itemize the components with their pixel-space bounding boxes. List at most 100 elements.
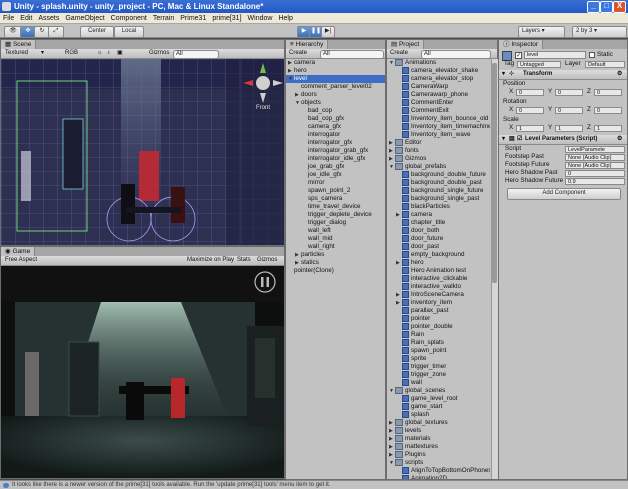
hierarchy-item[interactable]: spawn_point_2: [286, 187, 385, 195]
static-checkbox[interactable]: [589, 52, 595, 58]
menu-prime31-tools[interactable]: prime[31]: [209, 13, 244, 24]
project-item[interactable]: ▼ global_prefabs: [387, 163, 490, 171]
project-item[interactable]: wall: [387, 379, 490, 387]
project-item[interactable]: ▶ inventory_item: [387, 299, 490, 307]
hierarchy-item[interactable]: ▶ doors: [286, 91, 385, 99]
hierarchy-item[interactable]: ▼level: [286, 75, 385, 83]
hierarchy-item[interactable]: mirror: [286, 179, 385, 187]
hierarchy-item[interactable]: bad_cop_gfx: [286, 115, 385, 123]
project-item[interactable]: Camerawarp_phone: [387, 91, 490, 99]
project-item[interactable]: door_past: [387, 243, 490, 251]
project-item[interactable]: parallax_past: [387, 307, 490, 315]
hierarchy-item[interactable]: interrogator_gfx: [286, 139, 385, 147]
tab-game[interactable]: ◉ Game: [1, 247, 36, 256]
rotation-y-field[interactable]: 0: [555, 107, 583, 114]
project-item[interactable]: camera_elevator_stop: [387, 75, 490, 83]
project-scroll-thumb[interactable]: [492, 63, 497, 283]
project-item[interactable]: AlignToTopBottomOnPhones: [387, 467, 490, 475]
stats-toggle[interactable]: Stats: [237, 256, 251, 265]
pivot-center-button[interactable]: Center: [80, 26, 114, 38]
hierarchy-search-input[interactable]: All: [320, 50, 384, 59]
params-settings-gear-icon[interactable]: ⚙: [617, 135, 622, 144]
rotation-x-field[interactable]: 0: [516, 107, 544, 114]
project-item[interactable]: CommentExit: [387, 107, 490, 115]
sound-icon[interactable]: ♪: [107, 49, 110, 58]
project-item[interactable]: CommentEnter: [387, 99, 490, 107]
scene-gizmos-dropdown[interactable]: Gizmos: [149, 49, 169, 58]
menu-edit[interactable]: Edit: [17, 13, 35, 24]
project-item[interactable]: Hero Animation test: [387, 267, 490, 275]
project-item[interactable]: ▶ hero: [387, 259, 490, 267]
hierarchy-item[interactable]: ▶ camera: [286, 59, 385, 67]
project-item[interactable]: splash: [387, 411, 490, 419]
position-y-field[interactable]: 0: [555, 89, 583, 96]
project-item[interactable]: spawn_point: [387, 347, 490, 355]
hero-shadow-past-field[interactable]: 0: [565, 170, 625, 177]
render-mode-arrow-icon[interactable]: ▾: [41, 49, 44, 58]
project-item[interactable]: Inventory_item_wave: [387, 131, 490, 139]
image-effects-icon[interactable]: ▣: [117, 49, 123, 58]
active-checkbox[interactable]: ✓: [515, 52, 522, 59]
hierarchy-item[interactable]: ▶ statics: [286, 259, 385, 267]
scale-z-field[interactable]: 1: [594, 125, 622, 132]
hierarchy-item[interactable]: bad_cop: [286, 107, 385, 115]
project-item[interactable]: background_double_future: [387, 171, 490, 179]
scene-search-input[interactable]: All: [173, 50, 219, 59]
tab-inspector[interactable]: ⓘ Inspector: [499, 40, 544, 49]
transform-header[interactable]: ▾ ⊹ Transform ⚙: [499, 70, 627, 80]
game-gizmos-dropdown[interactable]: Gizmos: [257, 256, 277, 265]
project-item[interactable]: background_double_past: [387, 179, 490, 187]
layout-dropdown[interactable]: 2 by 3 ▾: [572, 26, 627, 38]
menu-component[interactable]: Component: [108, 13, 150, 24]
transform-foldout-icon[interactable]: ▾: [502, 70, 505, 79]
project-item[interactable]: trigger_zone: [387, 371, 490, 379]
project-item[interactable]: chapter_title: [387, 219, 490, 227]
pivot-local-button[interactable]: Local: [114, 26, 144, 38]
hierarchy-item[interactable]: time_travel_device: [286, 203, 385, 211]
hierarchy-item[interactable]: ▶ particles: [286, 251, 385, 259]
hierarchy-item[interactable]: comment_parser_level02: [286, 83, 385, 91]
params-foldout-icon[interactable]: ▾: [502, 135, 505, 144]
scale-x-field[interactable]: 1: [516, 125, 544, 132]
footstep-past-field[interactable]: None (Audio Clip): [565, 154, 625, 161]
project-item[interactable]: ▶ global_textures: [387, 419, 490, 427]
menu-window[interactable]: Window: [245, 13, 276, 24]
project-item[interactable]: background_single_past: [387, 195, 490, 203]
project-item[interactable]: ▶ camera: [387, 211, 490, 219]
project-item[interactable]: Inventory_item_timemachine: [387, 123, 490, 131]
hierarchy-item[interactable]: ▼objects: [286, 99, 385, 107]
close-button[interactable]: X: [613, 1, 626, 13]
hierarchy-create-button[interactable]: Create: [289, 49, 307, 58]
project-item[interactable]: ▶ mattextures: [387, 443, 490, 451]
project-item[interactable]: empty_background: [387, 251, 490, 259]
project-item[interactable]: ▼ Animations: [387, 59, 490, 67]
hierarchy-item[interactable]: sps_camera: [286, 195, 385, 203]
project-item[interactable]: camera_elevator_shake: [387, 67, 490, 75]
tag-dropdown[interactable]: Untagged: [517, 61, 561, 68]
project-create-button[interactable]: Create: [390, 49, 408, 58]
aspect-dropdown[interactable]: Free Aspect: [5, 256, 37, 265]
project-item[interactable]: Rain: [387, 331, 490, 339]
add-component-button[interactable]: Add Component: [507, 188, 621, 200]
project-item[interactable]: Inventory_item_bounce_old: [387, 115, 490, 123]
script-field[interactable]: LevelParamete: [565, 146, 625, 153]
hierarchy-item[interactable]: trigger_dialog: [286, 219, 385, 227]
position-x-field[interactable]: 0: [516, 89, 544, 96]
hierarchy-item[interactable]: interrogator_idle_gfx: [286, 155, 385, 163]
tab-hierarchy[interactable]: ≡ Hierarchy: [286, 40, 329, 49]
scale-y-field[interactable]: 1: [555, 125, 583, 132]
project-item[interactable]: ▶ Plugins: [387, 451, 490, 459]
project-item[interactable]: ▶ fonts: [387, 147, 490, 155]
project-item[interactable]: ▶ IntroSceneCamera: [387, 291, 490, 299]
sun-icon[interactable]: ☼: [97, 49, 103, 58]
hierarchy-item[interactable]: interrogator: [286, 131, 385, 139]
hierarchy-item[interactable]: joe_idle_gfx: [286, 171, 385, 179]
project-item[interactable]: ▶ Editor: [387, 139, 490, 147]
maximize-button[interactable]: □: [600, 1, 613, 13]
hierarchy-item[interactable]: trigger_deplete_device: [286, 211, 385, 219]
menu-file[interactable]: File: [0, 13, 17, 24]
hierarchy-item[interactable]: pointer(Clone): [286, 267, 385, 275]
menu-prime31[interactable]: Prime31: [177, 13, 209, 24]
tab-scene[interactable]: ▦ Scene: [1, 40, 37, 49]
gameobject-name-input[interactable]: level: [524, 51, 586, 59]
